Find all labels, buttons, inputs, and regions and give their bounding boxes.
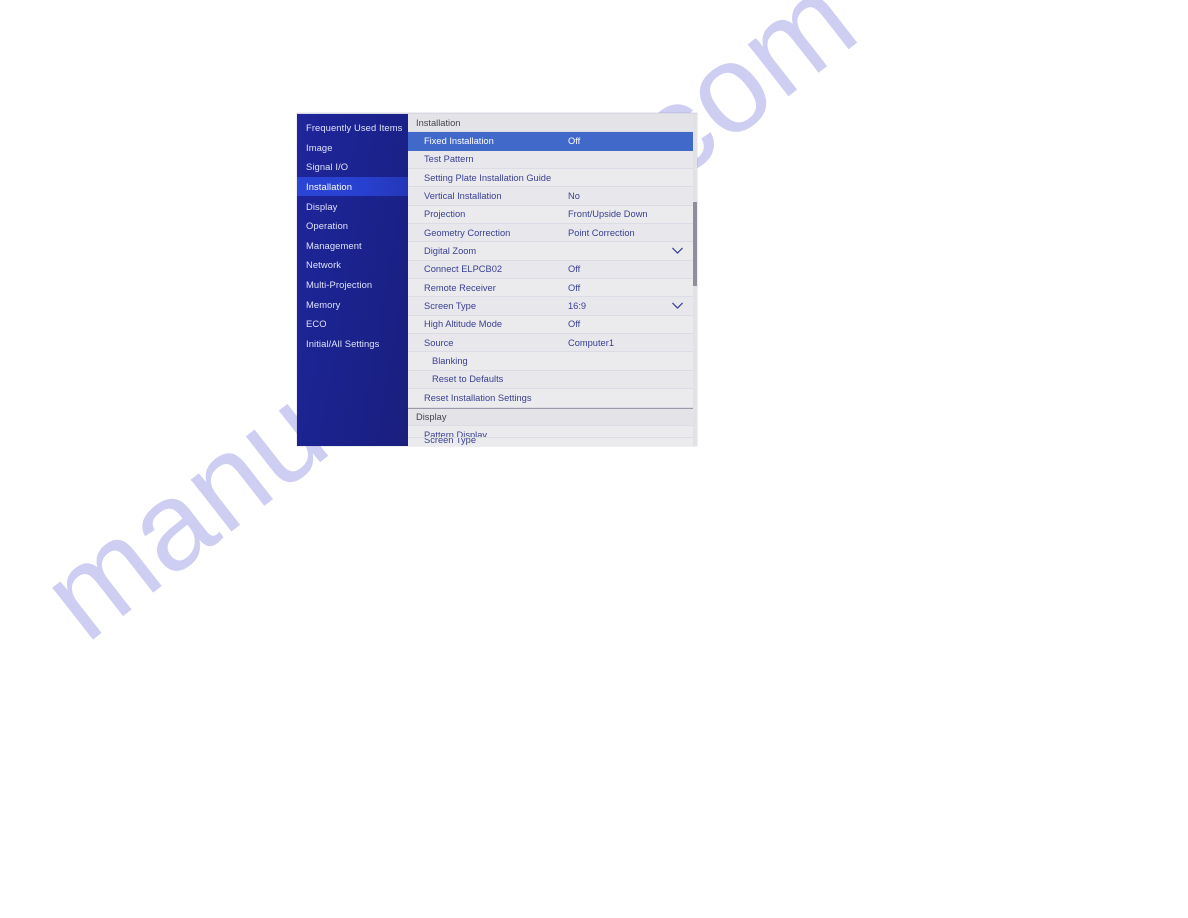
sidebar-item-initial-all-settings[interactable]: Initial/All Settings — [297, 334, 408, 354]
sidebar-item-eco[interactable]: ECO — [297, 314, 408, 334]
sidebar-item-signal-i-o[interactable]: Signal I/O — [297, 157, 408, 177]
menu-row-value: Off — [568, 264, 581, 275]
menu-row-label: Test Pattern — [424, 154, 474, 165]
sidebar-item-label: Initial/All Settings — [306, 337, 380, 349]
menu-row-label: High Altitude Mode — [424, 319, 503, 330]
clipped-row-label: Screen Type — [424, 437, 477, 445]
menu-row-label: Screen Type — [424, 301, 477, 312]
sidebar-item-frequently-used-items[interactable]: Frequently Used Items — [297, 118, 408, 138]
menu-row-label: Geometry Correction — [424, 227, 511, 238]
menu-row-remote-receiver[interactable]: Remote Receiver Off — [408, 279, 697, 298]
sidebar-item-label: Management — [306, 239, 362, 251]
menu-row-geometry-correction[interactable]: Geometry Correction Point Correction — [408, 224, 697, 243]
sidebar-item-label: Image — [306, 141, 333, 153]
menu-row-source[interactable]: Source Computer1 — [408, 334, 697, 353]
menu-row-value: Computer1 — [568, 337, 614, 348]
menu-row-value: Front/Upside Down — [568, 209, 648, 220]
sidebar-item-label: ECO — [306, 318, 327, 330]
menu-row-label: Reset to Defaults — [432, 374, 504, 385]
menu-row-label: Projection — [424, 209, 466, 220]
menu-row-setting-plate-installation-guide[interactable]: Setting Plate Installation Guide — [408, 169, 697, 188]
sidebar-item-management[interactable]: Management — [297, 236, 408, 256]
osd-row-list: Installation Fixed Installation Off Test Pa… — [408, 114, 697, 445]
section-header-label: Installation — [416, 117, 461, 128]
menu-row-value: Off — [568, 319, 581, 330]
sidebar-item-memory[interactable]: Memory — [297, 294, 408, 314]
osd-sidebar: Frequently Used Items Image Signal I/O Inst… — [297, 114, 408, 446]
projector-osd-menu: Frequently Used Items Image Signal I/O Inst… — [297, 113, 697, 446]
sidebar-item-display[interactable]: Display — [297, 196, 408, 216]
menu-row-label: Setting Plate Installation Guide — [424, 172, 552, 183]
scrollbar-track[interactable] — [693, 114, 697, 446]
menu-row-digital-zoom[interactable]: Digital Zoom — [408, 242, 697, 261]
sidebar-item-label: Display — [306, 200, 338, 212]
menu-row-label: Reset Installation Settings — [424, 392, 532, 403]
menu-row-value: Off — [568, 136, 581, 147]
sidebar-item-operation[interactable]: Operation — [297, 216, 408, 236]
sidebar-item-label: Memory — [306, 298, 341, 310]
scrollbar-thumb[interactable] — [693, 202, 697, 286]
menu-row-reset-installation-settings[interactable]: Reset Installation Settings — [408, 389, 697, 408]
sidebar-item-image[interactable]: Image — [297, 138, 408, 158]
menu-row-label: Vertical Installation — [424, 191, 502, 202]
chevron-down-icon[interactable] — [672, 302, 683, 310]
menu-row-label: Connect ELPCB02 — [424, 264, 503, 275]
sidebar-item-label: Multi-Projection — [306, 279, 373, 291]
osd-content-panel: Installation Fixed Installation Off Test Pa… — [408, 114, 697, 446]
menu-row-value: Point Correction — [568, 227, 635, 238]
chevron-down-icon[interactable] — [672, 247, 683, 255]
menu-row-screen-type[interactable]: Screen Type 16:9 — [408, 297, 697, 316]
sidebar-item-label: Frequently Used Items — [306, 122, 403, 134]
menu-row-high-altitude-mode[interactable]: High Altitude Mode Off — [408, 315, 697, 335]
menu-row-label: Digital Zoom — [424, 246, 477, 257]
sidebar-item-label: Operation — [306, 220, 349, 232]
menu-row-value: No — [568, 191, 580, 202]
menu-row-label: Remote Receiver — [424, 282, 496, 293]
menu-row-vertical-installation[interactable]: Vertical Installation No — [408, 187, 697, 206]
sidebar-item-multi-projection[interactable]: Multi-Projection — [297, 275, 408, 295]
menu-row-reset-to-defaults[interactable]: Reset to Defaults — [408, 370, 697, 390]
menu-row-projection[interactable]: Projection Front/Upside Down — [408, 205, 697, 225]
sidebar-item-network[interactable]: Network — [297, 255, 408, 275]
page-canvas: manualshive.com Frequently Used ItemsIma… — [0, 0, 1188, 918]
section-header-display: Display — [408, 407, 697, 426]
section-header-installation: Installation — [408, 114, 697, 133]
sidebar-item-label: Installation — [306, 181, 353, 193]
menu-row-connect-elpcb02[interactable]: Connect ELPCB02 Off — [408, 260, 697, 280]
menu-row-value: Off — [568, 282, 581, 293]
section-header-label: Display — [416, 411, 447, 422]
clipped-bottom-row: Screen Type — [408, 437, 697, 446]
menu-row-label: Blanking — [432, 356, 468, 367]
menu-row-label: Fixed Installation — [424, 136, 494, 147]
menu-row-label: Source — [424, 337, 454, 348]
sidebar-item-label: Network — [306, 259, 342, 271]
sidebar-item-label: Signal I/O — [306, 161, 349, 173]
sidebar-item-installation[interactable]: Installation — [297, 176, 408, 197]
menu-row-fixed-installation[interactable]: Fixed Installation Off — [408, 132, 697, 151]
menu-row-blanking[interactable]: Blanking — [408, 352, 697, 371]
menu-row-test-pattern[interactable]: Test Pattern — [408, 150, 697, 170]
